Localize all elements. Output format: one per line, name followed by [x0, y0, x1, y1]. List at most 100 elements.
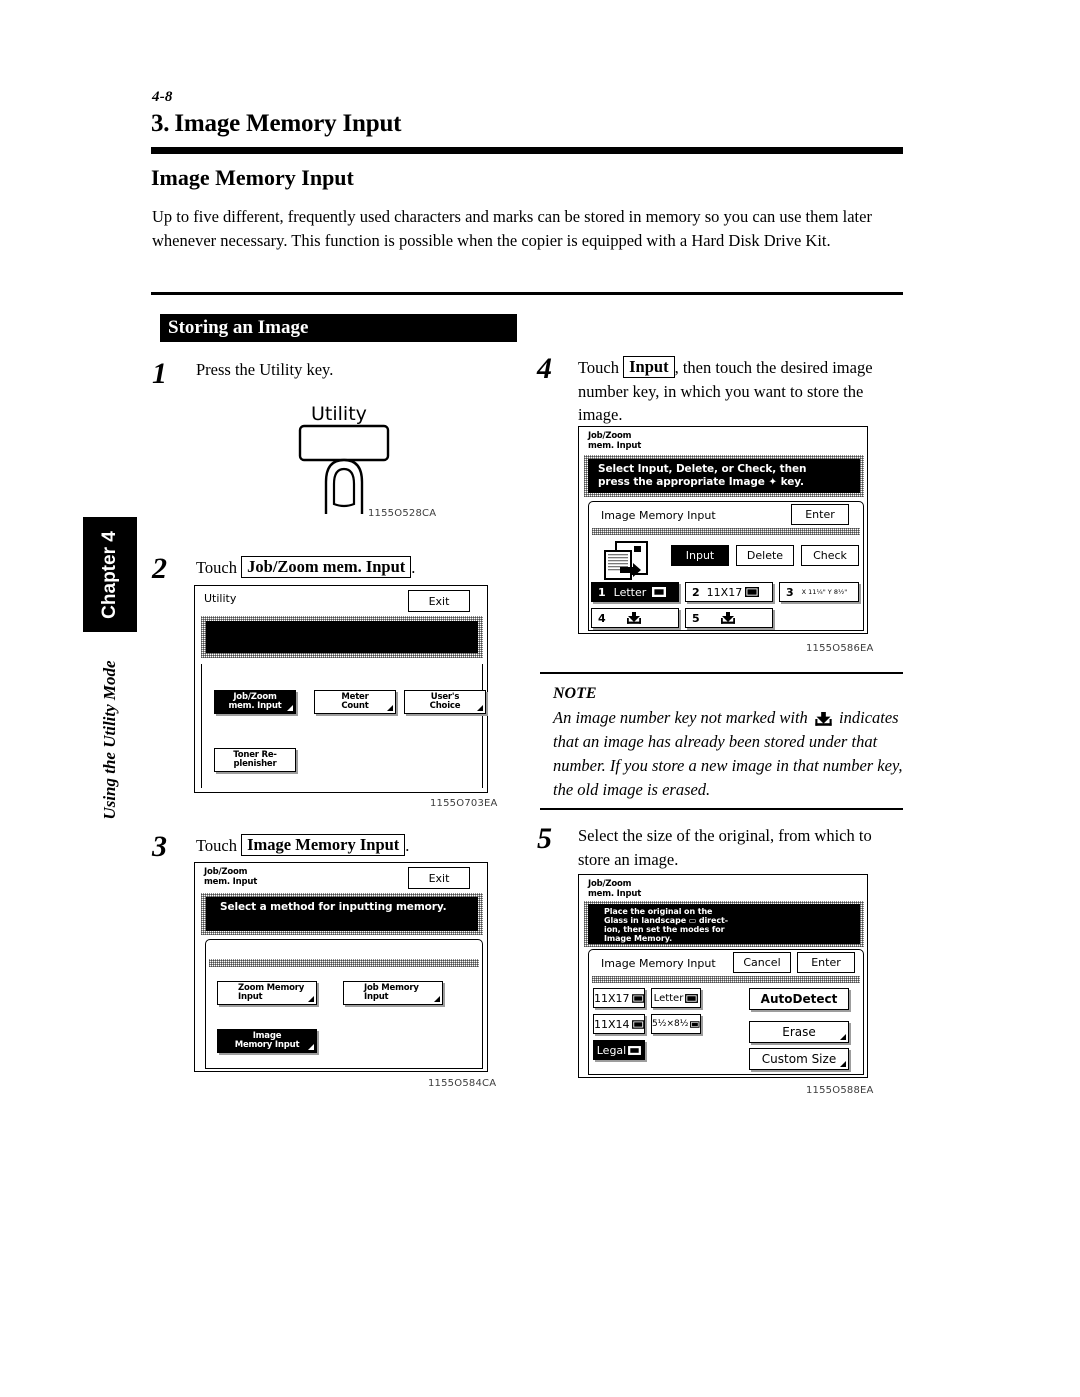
image-number-key-4[interactable]: 4 [591, 608, 679, 628]
autodetect-button[interactable]: AutoDetect [749, 988, 849, 1010]
image-key-label: X 11¼" Y 8½" [801, 587, 848, 596]
page-title: 3. Image Memory Input [151, 110, 401, 138]
enter-button[interactable]: Enter [791, 504, 849, 525]
size-key-legal[interactable]: Legal [593, 1040, 645, 1060]
panel-message-text: Select a method for inputting memory. [206, 897, 478, 931]
step-1-text: Press the Utility key. [196, 360, 334, 379]
store-arrow-icon [720, 612, 735, 624]
step-2-number: 2 [152, 552, 167, 585]
chapter-subtitle-tab: Using the Utility Mode [83, 655, 137, 825]
size-key-11x14[interactable]: 11X14 [593, 1014, 645, 1034]
step-2-text-after: . [411, 558, 416, 577]
step-4-key-reference: Input [623, 356, 675, 378]
step-5-number: 5 [537, 822, 552, 855]
utility-button-meter-count[interactable]: Meter Count [314, 690, 396, 714]
inner-panel-title: Image Memory Input [601, 957, 716, 970]
size-key-label: 5½×8½ [652, 1018, 689, 1029]
image-number-key-3[interactable]: 3 X 11¼" Y 8½" [779, 582, 859, 602]
cancel-button[interactable]: Cancel [733, 952, 791, 973]
landscape-sheet-icon [745, 587, 760, 597]
section-heading: Image Memory Input [151, 165, 354, 190]
step-3-text-before: Touch [196, 836, 238, 855]
figure-id-step-2: 1155O703EA [430, 798, 498, 809]
image-memory-icon [604, 541, 648, 580]
landscape-sheet-icon [652, 587, 667, 597]
landscape-sheet-icon [631, 1019, 644, 1029]
chapter-title-text: Image Memory Input [174, 110, 402, 137]
image-number-key-1[interactable]: 1 Letter [591, 582, 679, 602]
step-2-text-before: Touch [196, 558, 238, 577]
method-button-image-memory-input[interactable]: Image Memory Input [217, 1029, 317, 1053]
jobzoom-method-screen-panel: Job/Zoom mem. Input Exit Select a method … [194, 862, 488, 1072]
panel-inner-divider [592, 976, 860, 983]
size-key-label: Letter [653, 992, 684, 1004]
utility-screen-panel: Utility Exit Job/Zoom mem. Input Meter Cou… [194, 585, 488, 793]
figure-id-step-5: 1155O588EA [806, 1085, 874, 1096]
step-5-text: Select the size of the original, from wh… [578, 826, 872, 869]
size-key-letter[interactable]: Letter [651, 988, 701, 1008]
subsection-banner: Storing an Image [160, 314, 517, 342]
panel-inner-divider [592, 528, 860, 535]
step-3-key-reference: Image Memory Input [241, 834, 406, 856]
panel-message-text: Select Input, Delete, or Check, then pres… [588, 459, 860, 493]
landscape-sheet-icon [685, 993, 699, 1003]
step-2-key-reference: Job/Zoom mem. Input [241, 556, 412, 578]
button-label: Zoom Memory Input [238, 982, 305, 1002]
button-label: Image Memory Input [234, 1030, 300, 1050]
chapter-subtitle-label: Using the Utility Mode [100, 660, 119, 820]
mode-button-delete[interactable]: Delete [736, 545, 794, 566]
mode-button-input[interactable]: Input [671, 545, 729, 566]
size-key-11x17[interactable]: 11X17 [593, 988, 645, 1008]
utility-button-jobzoom-mem-input[interactable]: Job/Zoom mem. Input [214, 690, 296, 714]
panel-inner-divider [209, 959, 479, 967]
size-key-label: Legal [596, 1043, 627, 1057]
utility-key-illustration [298, 424, 390, 514]
section-divider [151, 292, 903, 295]
image-number-key-5[interactable]: 5 [685, 608, 773, 628]
store-arrow-icon [626, 612, 641, 624]
original-size-screen-panel: Job/Zoom mem. Input Place the original on… [578, 874, 868, 1078]
utility-button-toner-replenisher[interactable]: Toner Re-plenisher [214, 748, 296, 772]
step-4-number: 4 [537, 352, 552, 385]
image-key-number: 2 [692, 585, 700, 599]
image-number-key-2[interactable]: 2 11X17 [685, 582, 773, 602]
button-label: Meter Count [341, 691, 369, 711]
panel-message-text: Place the original on the Glass in landsc… [588, 904, 860, 944]
size-key-5half-x-8half[interactable]: 5½×8½ [651, 1014, 701, 1034]
utility-button-users-choice[interactable]: User's Choice [404, 690, 486, 714]
custom-size-button[interactable]: Custom Size [749, 1048, 849, 1070]
exit-button[interactable]: Exit [408, 867, 470, 889]
step-3-number: 3 [152, 830, 167, 863]
step-3-text: Touch Image Memory Input. [196, 834, 526, 858]
landscape-sheet-icon [631, 993, 644, 1003]
size-key-label: 11X14 [594, 1017, 630, 1031]
step-4-text-before: Touch [578, 358, 620, 377]
image-key-label: Letter [613, 585, 647, 599]
figure-id-step-4: 1155O586EA [806, 643, 874, 654]
image-key-number: 3 [786, 585, 794, 599]
image-key-number: 5 [692, 611, 700, 625]
inner-panel-title: Image Memory Input [601, 509, 716, 522]
panel-title-utility: Utility [204, 592, 237, 605]
image-key-label: 11X17 [706, 585, 743, 599]
image-key-number: 1 [598, 585, 606, 599]
erase-button[interactable]: Erase [749, 1021, 849, 1043]
landscape-sheet-icon [690, 1020, 700, 1028]
method-button-zoom-memory-input[interactable]: Zoom Memory Input [217, 981, 317, 1005]
image-memory-input-screen-panel: Job/Zoom mem. Input Select Input, Delete,… [578, 426, 868, 634]
header-rule [151, 147, 903, 154]
panel-title-jobzoom: Job/Zoom mem. Input [588, 431, 642, 451]
note-top-rule [540, 672, 903, 674]
manual-page: 4-8 3. Image Memory Input Image Memory In… [0, 0, 1080, 1397]
note-text: An image number key not marked with indi… [553, 706, 903, 802]
note-line-1: An image number key not marked with [553, 708, 808, 727]
size-key-label: 11X17 [594, 991, 630, 1005]
image-key-number: 4 [598, 611, 606, 625]
method-button-job-memory-input[interactable]: Job Memory Input [343, 981, 443, 1005]
enter-button[interactable]: Enter [797, 952, 855, 973]
step-1-number: 1 [152, 357, 167, 390]
button-label: Job Memory Input [364, 982, 419, 1002]
exit-button[interactable]: Exit [408, 590, 470, 612]
chapter-tab: Chapter 4 [83, 517, 137, 632]
mode-button-check[interactable]: Check [801, 545, 859, 566]
